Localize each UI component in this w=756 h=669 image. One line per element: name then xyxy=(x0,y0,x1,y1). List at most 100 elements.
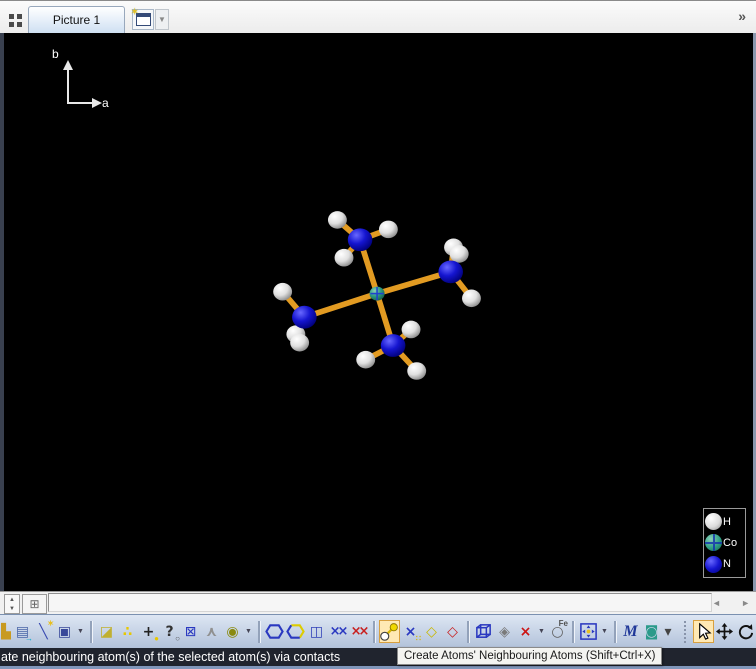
contact-network-button[interactable]: × ∷ xyxy=(400,620,421,643)
style-wand-button[interactable]: ╲ ✶ xyxy=(33,620,54,643)
clipped-image-button[interactable]: ▙ xyxy=(0,620,12,643)
measure-button[interactable]: M xyxy=(620,620,641,643)
axis-b-label: b xyxy=(52,47,59,61)
iron-atom-button[interactable]: ○ Fe xyxy=(547,620,568,643)
tab-picture-1[interactable]: Picture 1 xyxy=(28,6,125,33)
frame-scroll-row: ▲ ▼ ⊞ ◄ ► xyxy=(0,591,756,614)
contacts-red-button[interactable]: ×× xyxy=(348,620,370,643)
atom-query-button-icon: ? xyxy=(165,623,174,640)
new-window-icon: ✶ xyxy=(131,7,151,26)
window-left-edge xyxy=(0,33,4,591)
legend-item: H xyxy=(705,512,744,532)
legend-item: N xyxy=(705,554,744,574)
toolbar-sep xyxy=(258,620,260,643)
contacts-red-button-icon: ×× xyxy=(350,624,370,639)
pager-left-button[interactable]: ◄ xyxy=(712,598,721,608)
coordination-sphere-button[interactable]: ◉ xyxy=(222,620,243,643)
toolbar-sep xyxy=(572,620,574,643)
hydrogen-sphere-icon xyxy=(705,513,722,531)
add-atom-button[interactable]: + ● xyxy=(138,620,159,643)
contact-network-button-icon: × xyxy=(404,623,417,640)
atom-group-button-icon: ∴ xyxy=(122,623,133,640)
ring-yellow-button[interactable]: ◇ xyxy=(421,620,442,643)
legend-item: Co xyxy=(705,533,744,553)
tooltip: Create Atoms' Neighbouring Atoms (Shift+… xyxy=(397,647,663,665)
picture-tools-button-dropdown[interactable]: ▼ xyxy=(75,620,86,643)
structure-canvas[interactable]: b a H Co N xyxy=(0,33,756,591)
rotate-mode-button[interactable] xyxy=(735,620,756,643)
iron-atom-button-badge-icon: Fe xyxy=(558,619,568,628)
view-direction-button[interactable] xyxy=(578,620,599,643)
pager-right-button[interactable]: ► xyxy=(741,598,750,608)
grid-view-button[interactable]: ⊞ xyxy=(22,594,47,614)
tab-bar: Picture 1 ✶ ▼ » xyxy=(0,0,756,33)
polyhedra-yellow-button[interactable] xyxy=(285,620,306,643)
unit-cell-button[interactable] xyxy=(473,620,494,643)
build-toolbar: ▙ ▤ → ╲ ✶ ▣ ▼ ◪ ∴ + ●? ○ ⊠ ⋏ ◉ ▼ ◫ ×× ×× × ∷ ◇ ◇ ◈ × ▼ ○ Fe ▼ M ◙ ▾ xyxy=(0,614,756,648)
cobalt-sphere-icon xyxy=(705,534,722,552)
contacts-blue-button-icon: ×× xyxy=(329,624,349,639)
eraser-button-icon: ◪ xyxy=(99,623,114,640)
axis-a-line xyxy=(67,102,95,104)
rings-button-icon: ◫ xyxy=(309,623,324,640)
render-button[interactable]: ◙ xyxy=(641,620,662,643)
fragment-button[interactable]: ⋏ xyxy=(201,620,222,643)
add-atom-button-icon: + xyxy=(142,623,155,640)
tab-overflow-button[interactable]: » xyxy=(738,8,746,24)
export-image-button-badge-icon: → xyxy=(25,634,33,643)
toolbar-sep xyxy=(467,620,469,643)
spinner-up-button[interactable]: ▲ xyxy=(5,595,19,604)
coordination-sphere-button-dropdown[interactable]: ▼ xyxy=(243,620,254,643)
picture-tools-button-icon: ▣ xyxy=(57,623,72,640)
toolbar-overflow-button[interactable]: ▾ xyxy=(662,620,674,643)
packing-diagram-button[interactable]: ⊠ xyxy=(180,620,201,643)
new-picture-button[interactable]: ✶ xyxy=(131,7,154,30)
style-wand-button-badge-icon: ✶ xyxy=(47,619,54,628)
export-image-button[interactable]: ▤ → xyxy=(12,620,33,643)
packing-diagram-button-icon: ⊠ xyxy=(184,623,197,640)
ring-red-button-icon: ◇ xyxy=(447,623,458,640)
rings-button[interactable]: ◫ xyxy=(306,620,327,643)
axis-b-arrow-icon xyxy=(63,60,73,70)
nitrogen-sphere-icon xyxy=(705,555,722,573)
tab-label: Picture 1 xyxy=(52,13,101,27)
neighbour-atoms-button[interactable] xyxy=(379,620,400,643)
clipped-image-button-icon: ▙ xyxy=(0,623,12,640)
delete-contacts-button[interactable]: × xyxy=(515,620,536,643)
axis-a-arrow-icon xyxy=(92,98,102,108)
frames-scrollbar[interactable] xyxy=(48,593,712,612)
orientation-button[interactable]: ◈ xyxy=(494,620,515,643)
axis-b-line xyxy=(67,69,69,104)
spinner-down-button[interactable]: ▼ xyxy=(5,604,19,613)
view-direction-button-dropdown[interactable]: ▼ xyxy=(599,620,610,643)
frame-pager: ◄ ► xyxy=(709,594,753,612)
toolbar-sep xyxy=(614,620,616,643)
eraser-button[interactable]: ◪ xyxy=(96,620,117,643)
picture-tools-button[interactable]: ▣ xyxy=(54,620,75,643)
coordination-sphere-button-icon: ◉ xyxy=(226,623,239,640)
delete-contacts-button-dropdown[interactable]: ▼ xyxy=(536,620,547,643)
new-picture-dropdown[interactable]: ▼ xyxy=(155,9,169,30)
toolbar-overflow-button-icon: ▾ xyxy=(664,623,672,640)
frame-spinner: ▲ ▼ xyxy=(4,594,20,614)
toolbar-sep xyxy=(90,620,92,643)
orientation-button-icon: ◈ xyxy=(499,623,510,640)
contacts-blue-button[interactable]: ×× xyxy=(327,620,349,643)
polyhedra-blue-button[interactable] xyxy=(264,620,285,643)
measure-button-icon: M xyxy=(623,622,638,640)
toolbar-grip xyxy=(684,620,689,643)
status-text: ate neighbouring atom(s) of the selected… xyxy=(1,650,341,664)
atom-group-button[interactable]: ∴ xyxy=(117,620,138,643)
render-button-icon: ◙ xyxy=(644,623,659,640)
ring-yellow-button-icon: ◇ xyxy=(426,623,437,640)
toolbar-sep xyxy=(373,620,375,643)
axis-a-label: a xyxy=(102,96,109,110)
ring-red-button[interactable]: ◇ xyxy=(442,620,463,643)
delete-contacts-button-icon: × xyxy=(519,623,532,640)
atom-query-button[interactable]: ? ○ xyxy=(159,620,180,643)
layout-grid-icon[interactable] xyxy=(9,14,14,19)
move-mode-button[interactable] xyxy=(714,620,735,643)
molecule-view[interactable] xyxy=(0,33,756,591)
select-mode-button[interactable] xyxy=(693,620,714,643)
new-star-icon: ✶ xyxy=(130,7,139,18)
